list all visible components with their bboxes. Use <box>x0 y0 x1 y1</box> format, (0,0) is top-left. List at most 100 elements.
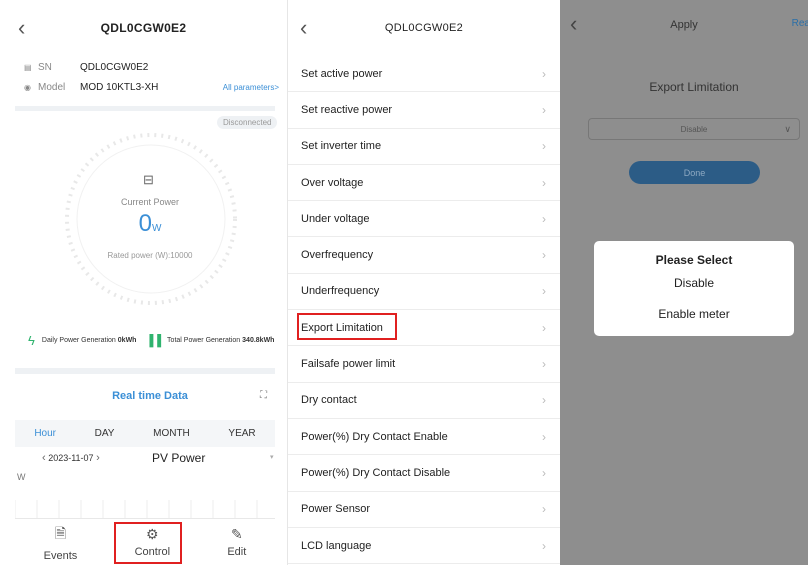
menu-item-dry-contact-enable[interactable]: Power(%) Dry Contact Enable › <box>288 419 560 456</box>
mode-select[interactable]: Disable ∨ <box>588 118 800 140</box>
divider <box>15 106 275 111</box>
option-disable[interactable]: Disable <box>594 276 794 290</box>
menu-item-overfrequency[interactable]: Overfrequency › <box>288 237 560 274</box>
back-icon[interactable]: ‹ <box>570 13 577 35</box>
export-limitation-highlight <box>297 313 397 340</box>
option-enable-meter[interactable]: Enable meter <box>594 307 794 321</box>
tab-day[interactable]: DAY <box>95 428 115 439</box>
chevron-right-icon: › <box>542 465 546 480</box>
chevron-right-icon: › <box>542 320 546 335</box>
menu-item-label: Set inverter time <box>301 140 382 153</box>
nav-edit[interactable]: ✎ Edit <box>227 526 246 558</box>
sn-value: QDL0CGW0E2 <box>80 62 149 73</box>
realtime-title: Real time Data <box>112 390 188 402</box>
menu-item-label: Dry contact <box>301 394 357 407</box>
model-icon: ◉ <box>24 83 31 92</box>
control-highlight <box>114 522 182 564</box>
menu-item-set-reactive-power[interactable]: Set reactive power › <box>288 92 560 129</box>
chevron-right-icon: › <box>542 66 546 81</box>
chevron-right-icon: › <box>542 102 546 117</box>
sn-icon: ▤ <box>24 63 32 72</box>
chart-grid <box>15 500 258 520</box>
chevron-right-icon: › <box>542 139 546 154</box>
page-title: Apply <box>670 19 698 31</box>
nav-events-label: Events <box>43 549 78 562</box>
dialog-title: Please Select <box>655 253 733 267</box>
sn-label: SN <box>38 62 52 73</box>
mode-select-value: Disable <box>680 124 708 134</box>
nav-events[interactable]: 🗎 Events <box>44 523 78 562</box>
series-select[interactable]: PV Power <box>152 451 205 465</box>
menu-item-label: LCD language <box>301 539 372 552</box>
prev-date-icon[interactable]: ‹ <box>42 452 46 464</box>
device-overview-panel: ‹ QDL0CGW0E2 ▤ SN QDL0CGW0E2 ◉ Model MOD… <box>0 0 287 565</box>
menu-item-label: Power(%) Dry Contact Enable <box>301 430 448 443</box>
chevron-right-icon: › <box>542 393 546 408</box>
chevron-right-icon: › <box>542 175 546 190</box>
done-button[interactable]: Done <box>629 161 760 184</box>
model-label: Model <box>38 82 66 93</box>
chevron-right-icon: › <box>542 248 546 263</box>
chevron-right-icon: › <box>542 211 546 226</box>
fullscreen-icon[interactable]: ⛶ <box>260 390 267 401</box>
select-dialog: Please Select Disable Enable meter <box>594 241 794 336</box>
menu-item-dry-contact[interactable]: Dry contact › <box>288 383 560 419</box>
rated-power: Rated power (W):10000 <box>107 251 193 260</box>
sn-row: ▤ SN QDL0CGW0E2 <box>24 62 148 73</box>
edit-icon: ✎ <box>230 526 243 542</box>
header: ‹ Apply Rea <box>560 0 808 50</box>
back-icon[interactable]: ‹ <box>18 17 25 39</box>
y-axis-unit: W <box>17 472 26 482</box>
menu-item-label: Underfrequency <box>301 285 380 298</box>
menu-item-dry-contact-disable[interactable]: Power(%) Dry Contact Disable › <box>288 455 560 492</box>
menu-item-set-active-power[interactable]: Set active power › <box>288 56 560 93</box>
export-limitation-panel: ‹ Apply Rea Export Limitation Disable ∨ … <box>560 0 808 565</box>
menu-item-power-sensor[interactable]: Power Sensor › <box>288 492 560 528</box>
menu-item-failsafe-power-limit[interactable]: Failsafe power limit › <box>288 346 560 383</box>
model-value: MOD 10KTL3-XH <box>80 82 159 93</box>
bar-chart-icon: ▐▐ <box>145 334 162 347</box>
control-list: Set active power › Set reactive power › Se… <box>288 56 560 565</box>
menu-item-label: Power(%) Dry Contact Disable <box>301 466 451 479</box>
model-row: ◉ Model MOD 10KTL3-XH All parameters> <box>24 82 279 93</box>
current-power-readout: 0W <box>0 210 287 238</box>
menu-item-lcd-language[interactable]: LCD language › <box>288 528 560 565</box>
menu-item-label: Overfrequency <box>301 249 374 262</box>
inverter-icon: ⊟ <box>143 172 154 187</box>
menu-item-label: Power Sensor <box>301 503 371 516</box>
nav-edit-label: Edit <box>227 546 247 558</box>
next-date-icon[interactable]: › <box>96 452 100 464</box>
chevron-right-icon: › <box>542 502 546 517</box>
period-tabs: Hour DAY MONTH YEAR <box>15 420 275 447</box>
page-title: QDL0CGW0E2 <box>100 20 187 35</box>
status-badge: Disconnected <box>217 116 278 129</box>
tab-hour[interactable]: Hour <box>34 428 56 439</box>
menu-item-label: Over voltage <box>301 176 364 189</box>
date-value[interactable]: 2023-11-07 <box>48 453 93 463</box>
header: ‹ QDL0CGW0E2 <box>288 0 560 56</box>
back-icon[interactable]: ‹ <box>300 17 307 39</box>
chevron-right-icon: › <box>542 429 546 444</box>
total-label: Total Power Generation <box>167 337 241 344</box>
page-title: QDL0CGW0E2 <box>384 22 464 34</box>
section-title: Export Limitation <box>649 80 739 94</box>
menu-item-label: Under voltage <box>301 212 370 225</box>
divider <box>15 368 275 374</box>
total-value: 340.8kWh <box>242 337 275 344</box>
chevron-down-icon[interactable]: ▾ <box>270 453 274 461</box>
menu-item-under-voltage[interactable]: Under voltage › <box>288 201 560 238</box>
lightning-icon: ϟ <box>28 333 35 348</box>
generation-row: ϟ Daily Power Generation 0kWh ▐▐ Total P… <box>28 333 287 348</box>
current-power-label: Current Power <box>120 197 180 207</box>
menu-item-set-inverter-time[interactable]: Set inverter time › <box>288 129 560 165</box>
daily-label: Daily Power Generation <box>41 337 116 344</box>
tab-year[interactable]: YEAR <box>228 428 255 439</box>
menu-item-over-voltage[interactable]: Over voltage › <box>288 165 560 202</box>
current-power-unit: W <box>151 223 162 234</box>
header: ‹ QDL0CGW0E2 <box>0 0 287 55</box>
tab-month[interactable]: MONTH <box>153 428 190 439</box>
menu-item-underfrequency[interactable]: Underfrequency › <box>288 274 560 311</box>
read-action-link[interactable]: Rea <box>792 18 808 29</box>
all-parameters-link[interactable]: All parameters> <box>223 83 279 92</box>
chevron-right-icon: › <box>542 538 546 553</box>
